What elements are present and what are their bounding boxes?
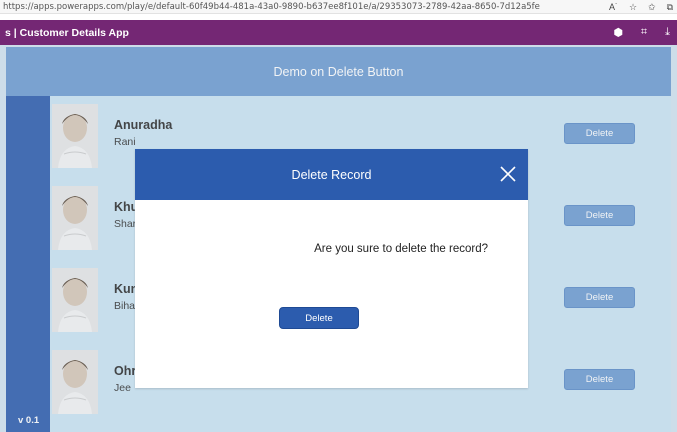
url-text[interactable]: https://apps.powerapps.com/play/e/defaul… [0, 2, 540, 12]
fit-to-screen-icon[interactable]: ⌗ [641, 26, 647, 39]
confirm-delete-button[interactable]: Delete [279, 307, 359, 329]
favorites-list-icon[interactable]: ✩ [648, 0, 656, 14]
read-aloud-icon[interactable]: A˙ [609, 0, 618, 14]
app-checker-icon[interactable]: ⬢ [613, 26, 623, 39]
download-icon[interactable]: ⤓ [665, 26, 670, 39]
favorite-star-icon[interactable]: ☆ [629, 0, 637, 14]
dialog-header: Delete Record [135, 149, 528, 200]
app-header: s | Customer Details App ⬢ ⌗ ⤓ [0, 20, 677, 45]
browser-address-bar: https://apps.powerapps.com/play/e/defaul… [0, 0, 677, 14]
header-icons: ⬢ ⌗ ⤓ [613, 20, 670, 45]
close-icon[interactable] [498, 164, 518, 184]
app-title: s | Customer Details App [5, 26, 129, 39]
collections-icon[interactable]: ⧉ [667, 0, 673, 14]
dialog-title: Delete Record [291, 167, 372, 182]
dialog-message: Are you sure to delete the record? [314, 243, 488, 255]
browser-toolbar: A˙ ☆ ✩ ⧉ [609, 0, 673, 14]
delete-record-dialog: Delete Record Are you sure to delete the… [135, 149, 528, 388]
